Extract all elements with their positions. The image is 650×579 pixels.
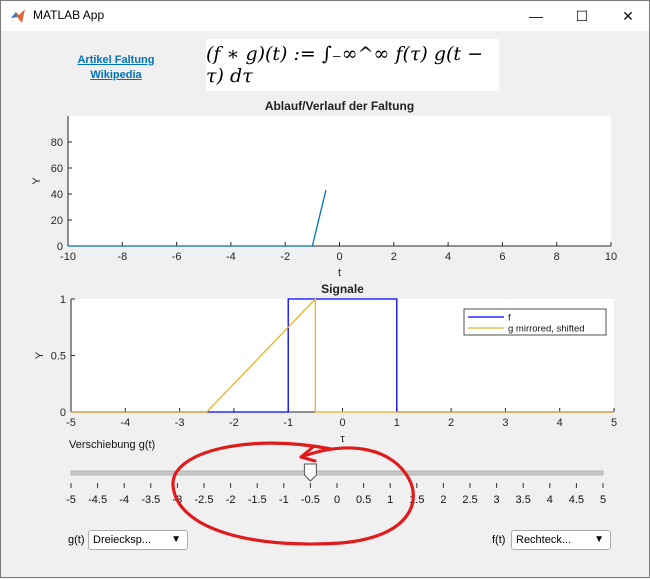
chart-1: Ablauf/Verlauf der Faltung -10 -8 -6 -4 -2 0 2 4… [31,99,617,279]
legend-label: g mirrored, shifted [508,324,585,335]
g-dropdown-label: g(t) [68,534,85,546]
slider-tick-label: -0.5 [301,494,320,506]
slider-tick-label: -3.5 [141,494,160,506]
y-tick-label: 1 [60,294,66,306]
legend-label: f [508,313,511,324]
slider-tick-label: 4.5 [569,494,584,506]
maximize-icon: ☐ [575,7,589,24]
x-tick-label: -2 [229,417,239,429]
slider-tick-label: -3 [173,494,183,506]
y-axis-label: Y [31,177,43,185]
x-tick-label: -10 [60,251,76,263]
x-tick-label: -8 [117,251,127,263]
slider-tick-label: -1 [279,494,289,506]
chart-title: Signale [321,282,364,296]
y-tick-label: 20 [51,215,63,227]
slider-tick-label: 0.5 [356,494,371,506]
chart-2: Signale -5 -4 -3 -2 -1 0 1 2 3 4 5 0 0.5 1 τ Yfg mirrore… [34,282,617,445]
chevron-down-icon: ▼ [171,534,181,545]
minimize-button[interactable]: — [513,1,559,31]
y-tick-label: 0 [60,407,66,419]
convolution-formula-image: (f ∗ g)(t) := ∫₋∞^∞ f(τ) g(t − τ) dτ [206,39,499,91]
wikipedia-link[interactable]: Artikel Faltung Wikipedia [61,53,171,83]
chart-title: Ablauf/Verlauf der Faltung [265,99,414,113]
slider-tick-label: -2 [226,494,236,506]
slider-label: Verschiebung g(t) [69,439,155,451]
convolution-formula: (f ∗ g)(t) := ∫₋∞^∞ f(τ) g(t − τ) dτ [206,43,483,87]
x-tick-label: 2 [448,417,454,429]
f-dropdown-value: Rechteck... [516,534,572,546]
minimize-icon: — [529,8,543,24]
g-function-dropdown[interactable]: Dreiecksp... ▼ [88,530,188,550]
x-tick-label: 4 [445,251,451,263]
x-tick-label: -1 [283,417,293,429]
x-tick-label: -2 [280,251,290,263]
f-function-dropdown[interactable]: Rechteck... ▼ [511,530,611,550]
maximize-button[interactable]: ☐ [559,1,605,31]
x-tick-label: 1 [394,417,400,429]
red-arrow-annotation [299,445,317,463]
slider-tick-label: 4 [547,494,553,506]
slider-tick-label: 2 [440,494,446,506]
x-tick-label: -3 [175,417,185,429]
title-bar: MATLAB App — ☐ ✕ [1,1,649,31]
plot-area [71,299,614,412]
slider-tick-label: 3.5 [516,494,531,506]
x-axis-label: t [338,267,341,279]
y-tick-label: 0.5 [51,351,66,363]
x-tick-label: 0 [336,251,342,263]
f-dropdown-label: f(t) [492,534,506,546]
x-tick-label: 10 [605,251,617,263]
chevron-down-icon: ▼ [594,534,604,545]
slider-tick-label: 0 [334,494,340,506]
legend-box [463,308,607,336]
app-window: MATLAB App — ☐ ✕ Artikel Faltung Wikiped… [0,0,650,578]
x-tick-label: -4 [226,251,236,263]
window-title: MATLAB App [33,8,105,22]
slider-tick-label: 2.5 [462,494,477,506]
plot-area [68,116,611,246]
close-icon: ✕ [622,7,634,24]
x-tick-label: -6 [172,251,182,263]
slider-tick-label: 3 [494,494,500,506]
series-line-f [71,298,614,413]
slider-thumb [303,463,317,482]
slider-tick-label: -2.5 [195,494,214,506]
slider-tick-label: -1.5 [248,494,267,506]
wikipedia-link-line2: Wikipedia [90,69,142,81]
y-tick-label: 60 [51,163,63,175]
series-line-0 [68,189,327,247]
x-tick-label: 5 [611,417,617,429]
y-tick-label: 0 [57,241,63,253]
wikipedia-link-line1: Artikel Faltung [77,54,155,66]
x-tick-label: 0 [339,417,345,429]
slider-tick-label: 1.5 [409,494,424,506]
red-circle-annotation [171,441,415,546]
slider-tick-label: 1 [387,494,393,506]
series-line-g [71,297,614,413]
x-tick-label: 6 [499,251,505,263]
slider-tick-label: 5 [600,494,606,506]
slider-track [70,470,604,476]
y-axis-label: Y [34,351,46,359]
x-tick-label: -5 [66,417,76,429]
matlab-logo-icon [11,9,25,23]
x-tick-label: 2 [391,251,397,263]
slider-tick-label: -4.5 [88,494,107,506]
y-tick-label: 80 [51,137,63,149]
x-tick-label: 4 [557,417,563,429]
g-dropdown-value: Dreiecksp... [93,534,152,546]
x-tick-label: 3 [502,417,508,429]
x-tick-label: -4 [120,417,130,429]
slider-tick-label: -5 [66,494,76,506]
close-button[interactable]: ✕ [605,1,650,31]
x-tick-label: 8 [554,251,560,263]
slider-tick-label: -4 [119,494,129,506]
x-axis-label: τ [340,433,345,445]
y-tick-label: 40 [51,189,63,201]
